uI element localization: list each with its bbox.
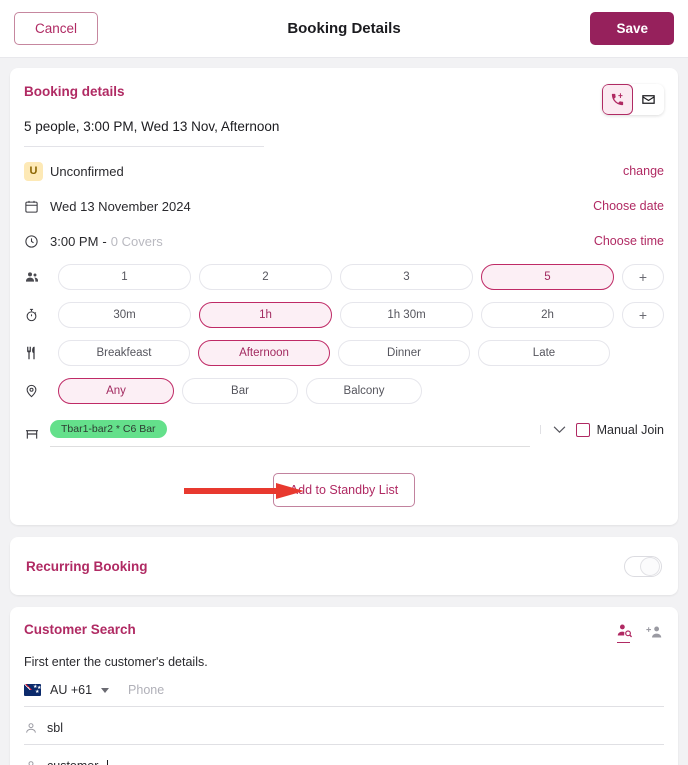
last-name-input[interactable]: customer bbox=[47, 759, 98, 765]
table-icon bbox=[24, 426, 50, 442]
location-pin-icon bbox=[24, 383, 50, 399]
choose-date-link[interactable]: Choose date bbox=[593, 199, 664, 213]
chevron-down-icon[interactable] bbox=[539, 425, 566, 434]
area-chip-balcony[interactable]: Balcony bbox=[306, 378, 422, 404]
manual-join-label: Manual Join bbox=[596, 422, 664, 437]
standby-area: Add to Standby List bbox=[24, 473, 664, 507]
text-cursor bbox=[107, 759, 109, 765]
customer-mode-icons bbox=[616, 622, 664, 643]
divider bbox=[24, 146, 264, 147]
choose-time-link[interactable]: Choose time bbox=[594, 234, 664, 248]
status-label: Unconfirmed bbox=[50, 163, 124, 179]
customer-search-header: Customer Search bbox=[24, 622, 664, 643]
service-chip-late[interactable]: Late bbox=[478, 340, 610, 366]
people-chip-1[interactable]: 1 bbox=[58, 264, 191, 290]
au-flag-icon: ★ ★ ★ bbox=[24, 684, 41, 696]
manual-join-checkbox[interactable] bbox=[575, 422, 590, 437]
person-add-icon[interactable] bbox=[645, 624, 664, 641]
phone-input[interactable]: Phone bbox=[128, 683, 164, 697]
country-caret-down-icon[interactable] bbox=[101, 687, 110, 693]
area-chip-any[interactable]: Any bbox=[58, 378, 174, 404]
first-name-input[interactable]: sbl bbox=[47, 721, 63, 735]
phone-add-button[interactable] bbox=[602, 84, 633, 115]
email-button[interactable] bbox=[633, 84, 664, 115]
duration-chip-row: 30m 1h 1h 30m 2h + bbox=[24, 302, 664, 328]
calendar-icon bbox=[24, 199, 50, 214]
time-row: 3:00 PM - 0 Covers Choose time bbox=[24, 230, 664, 252]
service-chip-breakfeast[interactable]: Breakfeast bbox=[58, 340, 190, 366]
people-chip-2[interactable]: 2 bbox=[199, 264, 332, 290]
area-chip-row: Any Bar Balcony bbox=[24, 378, 664, 404]
manual-join-control[interactable]: Manual Join bbox=[575, 422, 664, 437]
duration-chip-1h[interactable]: 1h bbox=[199, 302, 332, 328]
time-separator: - bbox=[102, 233, 107, 249]
table-chip[interactable]: Tbar1-bar2 * C6 Bar bbox=[50, 420, 167, 438]
contact-action-group bbox=[602, 84, 664, 115]
cutlery-icon bbox=[24, 345, 50, 361]
recurring-booking-heading: Recurring Booking bbox=[26, 558, 148, 574]
page-title: Booking Details bbox=[287, 20, 401, 37]
phone-field-row[interactable]: ★ ★ ★ AU +61 Phone bbox=[24, 674, 664, 707]
service-chip-row: Breakfeast Afternoon Dinner Late bbox=[24, 340, 664, 366]
customer-search-heading: Customer Search bbox=[24, 622, 136, 637]
time-value: 3:00 PM bbox=[50, 233, 99, 249]
customer-search-card: Customer Search First enter the customer… bbox=[10, 607, 678, 765]
service-chip-dinner[interactable]: Dinner bbox=[338, 340, 470, 366]
envelope-icon bbox=[641, 92, 656, 107]
change-status-link[interactable]: change bbox=[623, 164, 664, 178]
duration-add-chip[interactable]: + bbox=[622, 302, 664, 328]
clock-icon bbox=[24, 234, 50, 249]
toggle-knob bbox=[640, 556, 660, 576]
date-row: Wed 13 November 2024 Choose date bbox=[24, 195, 664, 217]
people-chip-3[interactable]: 3 bbox=[340, 264, 473, 290]
duration-chip-2h[interactable]: 2h bbox=[481, 302, 614, 328]
people-chip-5[interactable]: 5 bbox=[481, 264, 614, 290]
stopwatch-icon bbox=[24, 307, 50, 323]
person-icon bbox=[24, 721, 38, 735]
recurring-booking-toggle[interactable] bbox=[624, 555, 662, 577]
recurring-booking-card: Recurring Booking bbox=[10, 537, 678, 595]
first-name-field-row[interactable]: sbl bbox=[24, 712, 664, 745]
phone-add-icon bbox=[610, 92, 625, 107]
date-value: Wed 13 November 2024 bbox=[50, 198, 191, 214]
status-badge: U bbox=[24, 161, 43, 181]
person-icon bbox=[24, 759, 38, 765]
cancel-button[interactable]: Cancel bbox=[14, 12, 99, 45]
duration-chip-30m[interactable]: 30m bbox=[58, 302, 191, 328]
service-chip-afternoon[interactable]: Afternoon bbox=[198, 340, 330, 366]
customer-search-subtitle: First enter the customer's details. bbox=[24, 655, 208, 669]
people-chip-row: 1 2 3 5 + bbox=[24, 264, 664, 290]
area-chip-bar[interactable]: Bar bbox=[182, 378, 298, 404]
booking-details-heading: Booking details bbox=[24, 84, 125, 99]
country-code-value: AU +61 bbox=[50, 683, 93, 697]
people-icon bbox=[24, 269, 50, 285]
status-row: U Unconfirmed change bbox=[24, 160, 664, 182]
booking-details-card: Booking details 5 people, 3:00 PM, Wed 1… bbox=[10, 68, 678, 525]
people-add-chip[interactable]: + bbox=[622, 264, 664, 290]
table-field[interactable]: Tbar1-bar2 * C6 Bar bbox=[50, 420, 530, 447]
save-button[interactable]: Save bbox=[590, 12, 674, 45]
last-name-field-row[interactable]: customer bbox=[24, 750, 664, 765]
booking-summary: 5 people, 3:00 PM, Wed 13 Nov, Afternoon bbox=[24, 119, 280, 134]
duration-chip-1h30m[interactable]: 1h 30m bbox=[340, 302, 473, 328]
annotation-arrow-icon bbox=[184, 481, 306, 501]
booking-details-screen: Cancel Booking Details Save Booking deta… bbox=[0, 0, 688, 765]
status-badge-wrap: U bbox=[24, 161, 50, 181]
table-select-row: Tbar1-bar2 * C6 Bar Manual Join bbox=[24, 420, 664, 447]
covers-value: 0 Covers bbox=[110, 233, 163, 249]
top-bar: Cancel Booking Details Save bbox=[0, 0, 688, 58]
person-search-icon[interactable] bbox=[616, 622, 633, 643]
